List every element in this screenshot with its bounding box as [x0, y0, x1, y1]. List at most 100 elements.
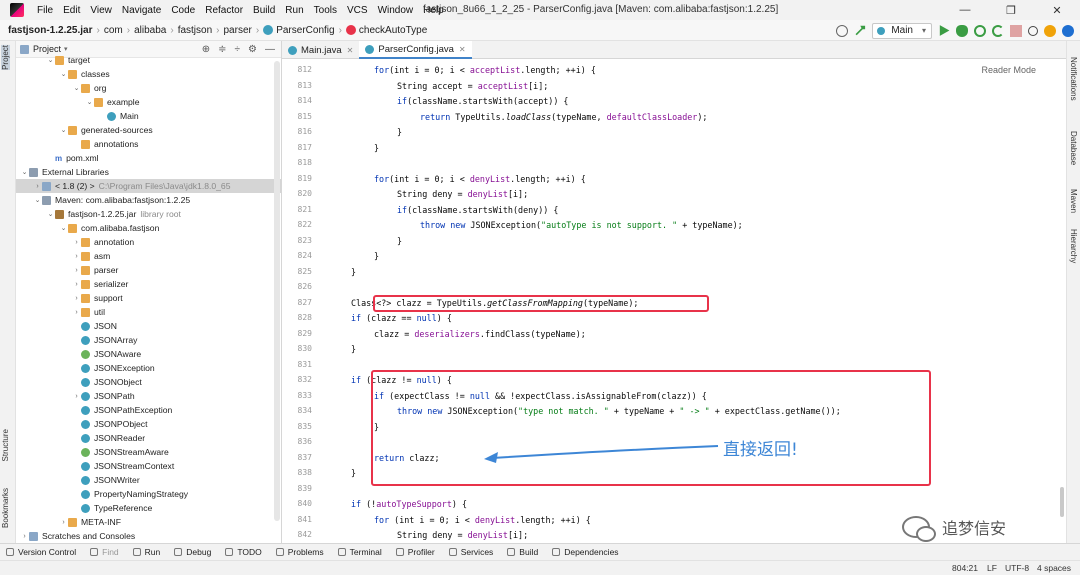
tree-item[interactable]: ⌄ org [16, 81, 281, 95]
tree-item[interactable]: › < 1.8 (2) > C:\Program Files\Java\jdk1.8… [16, 179, 281, 193]
close-tab-icon[interactable]: ✕ [459, 45, 466, 54]
tree-item[interactable]: › Scratches and Consoles [16, 529, 281, 543]
menu-item-vcs[interactable]: VCS [342, 5, 373, 16]
chevron-right-icon[interactable]: › [20, 533, 29, 540]
tree-item[interactable]: › asm [16, 249, 281, 263]
tool-window-version-control[interactable]: Version Control [0, 547, 84, 557]
menu-item-build[interactable]: Build [248, 5, 280, 16]
bookmarks-tool-tab[interactable]: Bookmarks [1, 488, 10, 528]
menu-item-file[interactable]: File [32, 5, 58, 16]
tree-item[interactable]: Main [16, 109, 281, 123]
breadcrumb-item[interactable]: alibaba [131, 25, 169, 36]
tree-item[interactable]: JSONAware [16, 347, 281, 361]
chevron-right-icon[interactable]: › [59, 519, 68, 526]
menu-item-window[interactable]: Window [373, 5, 419, 16]
tree-item[interactable]: › serializer [16, 277, 281, 291]
tree-item[interactable]: JSONWriter [16, 473, 281, 487]
chevron-right-icon[interactable]: › [33, 183, 42, 190]
chevron-right-icon[interactable]: › [72, 295, 81, 302]
menu-item-edit[interactable]: Edit [58, 5, 85, 16]
notifications-tool-tab[interactable]: Notifications [1069, 57, 1078, 101]
chevron-right-icon[interactable]: › [72, 281, 81, 288]
chevron-right-icon[interactable]: › [72, 239, 81, 246]
tool-window-find[interactable]: Find [84, 547, 127, 557]
close-tab-icon[interactable]: ✕ [347, 46, 354, 55]
tree-item[interactable]: JSONPObject [16, 417, 281, 431]
structure-tool-tab[interactable]: Structure [1, 429, 10, 461]
chevron-down-icon[interactable]: ⌄ [72, 84, 81, 92]
reader-mode-button[interactable]: Reader Mode [981, 65, 1036, 75]
chevron-down-icon[interactable]: ⌄ [59, 70, 68, 78]
tree-item[interactable]: JSONArray [16, 333, 281, 347]
editor-tab[interactable]: ParserConfig.java ✕ [359, 41, 472, 59]
menu-item-navigate[interactable]: Navigate [117, 5, 166, 16]
tree-item[interactable]: JSONStreamContext [16, 459, 281, 473]
tree-item[interactable]: ⌄ example [16, 95, 281, 109]
database-tool-tab[interactable]: Database [1069, 131, 1078, 165]
hierarchy-tool-tab[interactable]: Hierarchy [1069, 229, 1078, 263]
tool-window-services[interactable]: Services [443, 547, 502, 557]
chevron-down-icon[interactable]: ⌄ [59, 126, 68, 134]
tool-window-run[interactable]: Run [127, 547, 169, 557]
breadcrumb-item[interactable]: com [101, 25, 126, 36]
maven-tool-tab[interactable]: Maven [1069, 189, 1078, 213]
tool-window-build[interactable]: Build [501, 547, 546, 557]
tree-item[interactable]: JSONObject [16, 375, 281, 389]
tree-item[interactable]: › annotation [16, 235, 281, 249]
chevron-right-icon[interactable]: › [72, 267, 81, 274]
tree-item[interactable]: JSONReader [16, 431, 281, 445]
tree-item[interactable]: ⌄ External Libraries [16, 165, 281, 179]
breadcrumb-item[interactable]: fastjson-1.2.25.jar [0, 25, 95, 36]
tree-item[interactable]: annotations [16, 137, 281, 151]
line-separator[interactable]: LF [987, 563, 997, 573]
tree-item[interactable]: ⌄ target [16, 53, 281, 67]
settings-icon[interactable] [1062, 24, 1074, 37]
restore-button[interactable]: ❐ [988, 0, 1034, 20]
tool-window-debug[interactable]: Debug [168, 547, 219, 557]
tool-window-problems[interactable]: Problems [270, 547, 332, 557]
tree-item[interactable]: JSONStreamAware [16, 445, 281, 459]
chevron-down-icon[interactable]: ▾ [64, 45, 68, 53]
file-encoding[interactable]: UTF-8 [1005, 563, 1029, 573]
project-scrollbar[interactable] [274, 61, 280, 521]
tree-item[interactable]: › JSONPath [16, 389, 281, 403]
menu-item-view[interactable]: View [85, 5, 117, 16]
tree-item[interactable]: PropertyNamingStrategy [16, 487, 281, 501]
indent-setting[interactable]: 4 spaces [1037, 563, 1071, 573]
project-tool-tab[interactable]: Project [1, 45, 10, 70]
chevron-right-icon[interactable]: › [72, 393, 81, 400]
coverage-icon[interactable] [974, 24, 986, 37]
menu-item-code[interactable]: Code [166, 5, 200, 16]
caret-position[interactable]: 804:21 [952, 563, 978, 573]
breadcrumb-item[interactable]: parser [221, 25, 255, 36]
breadcrumb-item[interactable]: fastjson [175, 25, 215, 36]
tree-item[interactable]: TypeReference [16, 501, 281, 515]
build-hammer-icon[interactable] [855, 25, 866, 36]
user-icon[interactable] [836, 24, 849, 37]
tree-item[interactable]: JSONPathException [16, 403, 281, 417]
search-everywhere-icon[interactable] [1028, 25, 1038, 36]
chevron-down-icon[interactable]: ⌄ [59, 224, 68, 232]
menu-item-run[interactable]: Run [280, 5, 308, 16]
run-icon[interactable] [939, 25, 950, 36]
chevron-down-icon[interactable]: ⌄ [20, 168, 29, 176]
tool-window-todo[interactable]: TODO [219, 547, 269, 557]
minimize-button[interactable]: — [942, 0, 988, 20]
chevron-down-icon[interactable]: ⌄ [85, 98, 94, 106]
menu-item-tools[interactable]: Tools [309, 5, 342, 16]
close-button[interactable]: ✕ [1034, 0, 1080, 20]
tree-item[interactable]: › support [16, 291, 281, 305]
tool-window-terminal[interactable]: Terminal [332, 547, 390, 557]
editor-tab[interactable]: Main.java ✕ [282, 41, 359, 59]
chevron-right-icon[interactable]: › [72, 253, 81, 260]
update-icon[interactable] [1044, 24, 1056, 37]
chevron-down-icon[interactable]: ⌄ [33, 196, 42, 204]
debug-icon[interactable] [956, 24, 968, 37]
tree-item[interactable]: ⌄ classes [16, 67, 281, 81]
chevron-right-icon[interactable]: › [72, 309, 81, 316]
menu-item-refactor[interactable]: Refactor [200, 5, 248, 16]
tree-item[interactable]: ⌄ fastjson-1.2.25.jar library root [16, 207, 281, 221]
stop-icon[interactable] [1010, 24, 1022, 37]
tool-window-profiler[interactable]: Profiler [390, 547, 443, 557]
chevron-down-icon[interactable]: ⌄ [46, 210, 55, 218]
